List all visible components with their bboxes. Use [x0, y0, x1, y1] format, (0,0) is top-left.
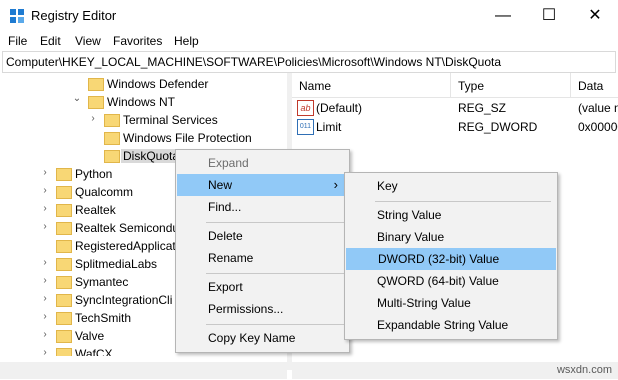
- value-name: (Default): [316, 101, 363, 115]
- minimize-button[interactable]: —: [480, 0, 526, 32]
- menu-separator: [375, 201, 551, 202]
- address-bar[interactable]: Computer\HKEY_LOCAL_MACHINE\SOFTWARE\Pol…: [2, 51, 616, 73]
- folder-icon: [56, 240, 72, 253]
- column-divider[interactable]: [450, 73, 451, 97]
- menu-file[interactable]: File: [8, 34, 27, 48]
- menu-item-find[interactable]: Find...: [176, 196, 349, 218]
- tree-node-label: Python: [75, 167, 113, 181]
- folder-icon: [104, 150, 120, 163]
- menu-item-delete[interactable]: Delete: [176, 225, 349, 247]
- menu-item-new[interactable]: New ›: [177, 174, 348, 196]
- chevron-down-icon[interactable]: ⌄: [72, 93, 82, 104]
- column-divider[interactable]: [570, 73, 571, 97]
- chevron-right-icon[interactable]: ›: [40, 185, 50, 196]
- folder-icon: [56, 186, 72, 199]
- string-value-icon: ab: [297, 100, 314, 116]
- tree-node-label: RegisteredApplicat: [75, 239, 176, 253]
- tree-node-label: Symantec: [75, 275, 129, 289]
- title-bar: Registry Editor — ☐ ✕: [0, 0, 618, 32]
- folder-icon: [56, 348, 72, 356]
- submenu-item-key[interactable]: Key: [345, 175, 557, 197]
- tree-node-label: Qualcomm: [75, 185, 134, 199]
- tree-node-label: Windows Defender: [107, 77, 209, 91]
- value-row[interactable]: 011 Limit REG_DWORD 0x00000: [297, 119, 618, 137]
- submenu-item-multi-string-value[interactable]: Multi-String Value: [345, 292, 557, 314]
- menu-separator: [206, 324, 344, 325]
- close-button[interactable]: ✕: [572, 0, 618, 32]
- value-row[interactable]: ab (Default) REG_SZ (value n: [297, 100, 618, 118]
- column-header-data[interactable]: Data: [578, 79, 603, 93]
- folder-icon: [104, 114, 120, 127]
- folder-icon: [88, 78, 104, 91]
- chevron-right-icon[interactable]: ›: [40, 275, 50, 286]
- menu-item-rename[interactable]: Rename: [176, 247, 349, 269]
- chevron-right-icon[interactable]: ›: [40, 221, 50, 232]
- chevron-right-icon[interactable]: ›: [40, 203, 50, 214]
- menu-item-copy-key-name[interactable]: Copy Key Name: [176, 327, 349, 349]
- submenu-item-qword-value[interactable]: QWORD (64-bit) Value: [345, 270, 557, 292]
- folder-icon: [56, 258, 72, 271]
- tree-horizontal-scrollbar[interactable]: [0, 362, 287, 379]
- new-submenu: Key String Value Binary Value DWORD (32-…: [344, 172, 558, 340]
- menu-view[interactable]: View: [75, 34, 101, 48]
- chevron-right-icon[interactable]: ›: [40, 257, 50, 268]
- submenu-item-dword-value[interactable]: DWORD (32-bit) Value: [346, 248, 556, 270]
- value-type: REG_SZ: [458, 101, 507, 115]
- context-menu: Expand New › Find... Delete Rename Expor…: [175, 149, 350, 353]
- folder-icon: [56, 294, 72, 307]
- folder-icon: [56, 330, 72, 343]
- menu-separator: [206, 222, 344, 223]
- tree-node-label: Realtek Semicondu: [75, 221, 180, 235]
- binary-value-icon: 011: [297, 119, 314, 135]
- tree-node-label: SyncIntegrationCli: [75, 293, 173, 307]
- value-data: 0x00000: [578, 120, 618, 134]
- folder-icon: [56, 168, 72, 181]
- menu-item-permissions[interactable]: Permissions...: [176, 298, 349, 320]
- chevron-right-icon[interactable]: ›: [88, 113, 98, 124]
- watermark: wsxdn.com: [556, 364, 612, 376]
- tree-node-label: Windows File Protection: [123, 131, 252, 145]
- address-path: Computer\HKEY_LOCAL_MACHINE\SOFTWARE\Pol…: [6, 55, 502, 69]
- tree-node-label: Realtek: [75, 203, 116, 217]
- submenu-item-binary-value[interactable]: Binary Value: [345, 226, 557, 248]
- tree-node-label: Valve: [75, 329, 105, 343]
- folder-icon: [88, 96, 104, 109]
- chevron-right-icon[interactable]: ›: [40, 329, 50, 340]
- menu-help[interactable]: Help: [174, 34, 199, 48]
- menu-item-expand[interactable]: Expand: [176, 152, 349, 174]
- submenu-item-expandable-string-value[interactable]: Expandable String Value: [345, 314, 557, 336]
- chevron-right-icon[interactable]: ›: [40, 167, 50, 178]
- tree-node-label: TechSmith: [75, 311, 132, 325]
- window-title: Registry Editor: [31, 8, 117, 23]
- tree-node-label: Terminal Services: [123, 113, 218, 127]
- chevron-right-icon: ›: [333, 177, 338, 192]
- menu-favorites[interactable]: Favorites: [113, 34, 162, 48]
- tree-node-label: WafCX: [75, 347, 113, 356]
- value-data: (value n: [578, 101, 618, 115]
- registry-editor-app-icon: [10, 9, 24, 23]
- chevron-right-icon[interactable]: ›: [40, 311, 50, 322]
- tree-node-label: SplitmediaLabs: [75, 257, 158, 271]
- tree-node-label: Windows NT: [107, 95, 176, 109]
- menu-separator: [206, 273, 344, 274]
- folder-icon: [56, 276, 72, 289]
- column-header-name[interactable]: Name: [299, 79, 331, 93]
- column-header-type[interactable]: Type: [458, 79, 484, 93]
- maximize-button[interactable]: ☐: [526, 0, 572, 32]
- menu-bar: File Edit View Favorites Help: [0, 32, 618, 51]
- folder-icon: [104, 132, 120, 145]
- chevron-right-icon[interactable]: ›: [40, 293, 50, 304]
- menu-edit[interactable]: Edit: [40, 34, 61, 48]
- tree-node-label: DiskQuota: [121, 149, 182, 163]
- folder-icon: [56, 222, 72, 235]
- value-name: Limit: [316, 120, 342, 134]
- chevron-right-icon[interactable]: ›: [40, 347, 50, 356]
- submenu-item-string-value[interactable]: String Value: [345, 204, 557, 226]
- value-type: REG_DWORD: [458, 120, 538, 134]
- menu-item-export[interactable]: Export: [176, 276, 349, 298]
- folder-icon: [56, 204, 72, 217]
- folder-icon: [56, 312, 72, 325]
